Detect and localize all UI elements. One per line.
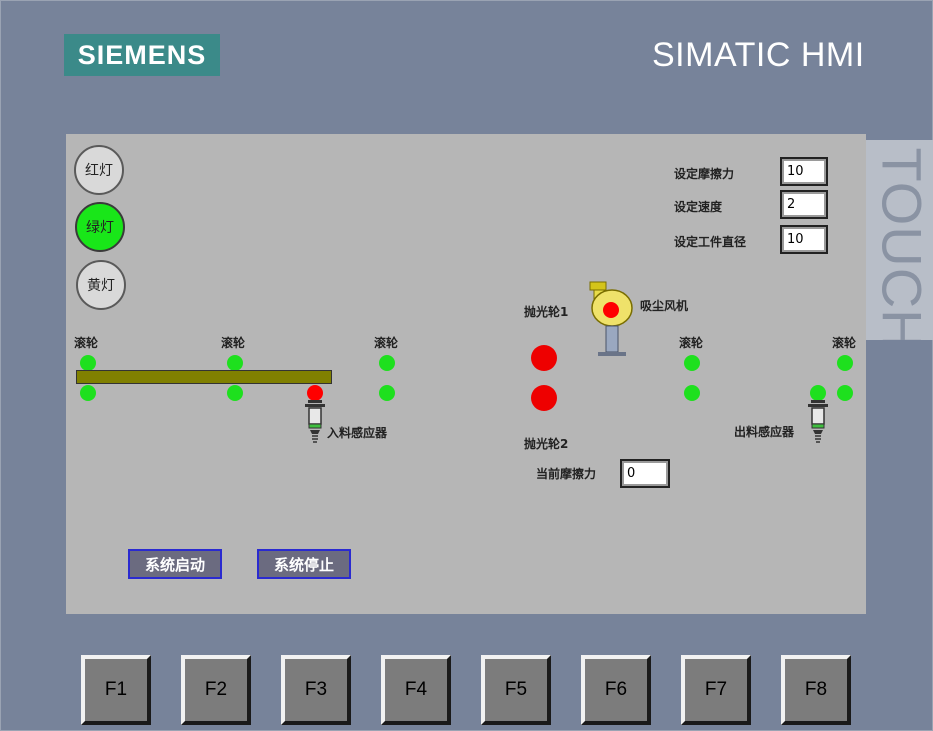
dust-fan-label: 吸尘风机 xyxy=(640,299,689,313)
roller-4-bottom-indicator xyxy=(684,385,700,401)
touch-label: TOUCH xyxy=(865,140,933,340)
polish-wheel-1-indicator xyxy=(531,345,557,371)
system-stop-button[interactable]: 系统停止 xyxy=(257,549,351,579)
set-speed-label: 设定速度 xyxy=(674,200,723,214)
roller-label-4: 滚轮 xyxy=(679,336,704,350)
polish-wheel-2-label: 抛光轮2 xyxy=(524,437,569,451)
set-diameter-field[interactable]: 10 xyxy=(780,225,828,254)
roller-5-bottom-indicator xyxy=(837,385,853,401)
set-friction-label: 设定摩擦力 xyxy=(674,167,735,181)
dust-fan-icon xyxy=(589,281,633,356)
set-diameter-label: 设定工件直径 xyxy=(674,235,747,249)
f8-key[interactable]: F8 xyxy=(781,655,851,725)
out-sensor-icon xyxy=(808,400,828,443)
f4-key[interactable]: F4 xyxy=(381,655,451,725)
f1-key[interactable]: F1 xyxy=(81,655,151,725)
yellow-lamp-indicator: 黄灯 xyxy=(76,260,126,310)
in-sensor-indicator xyxy=(307,385,323,401)
f3-key[interactable]: F3 xyxy=(281,655,351,725)
set-friction-field[interactable]: 10 xyxy=(780,157,828,186)
in-sensor-icon xyxy=(305,400,325,443)
out-sensor-indicator xyxy=(810,385,826,401)
f6-key[interactable]: F6 xyxy=(581,655,651,725)
roller-4-top-indicator xyxy=(684,355,700,371)
current-friction-field[interactable]: 0 xyxy=(620,459,670,488)
roller-2-top-indicator xyxy=(227,355,243,371)
roller-3-top-indicator xyxy=(379,355,395,371)
hmi-screen: 红灯 绿灯 黄灯 设定摩擦力 10 设定速度 2 设定工件直径 10 滚轮 滚轮… xyxy=(66,134,866,614)
roller-5-top-indicator xyxy=(837,355,853,371)
polish-wheel-1-label: 抛光轮1 xyxy=(524,305,569,319)
f7-key[interactable]: F7 xyxy=(681,655,751,725)
roller-label-1: 滚轮 xyxy=(74,336,99,350)
workpiece-bar xyxy=(76,370,332,384)
roller-3-bottom-indicator xyxy=(379,385,395,401)
roller-label-5: 滚轮 xyxy=(832,336,857,350)
f5-key[interactable]: F5 xyxy=(481,655,551,725)
system-start-button[interactable]: 系统启动 xyxy=(128,549,222,579)
roller-2-bottom-indicator xyxy=(227,385,243,401)
out-sensor-label: 出料感应器 xyxy=(734,425,795,439)
roller-1-top-indicator xyxy=(80,355,96,371)
siemens-logo: SIEMENS xyxy=(64,34,220,76)
green-lamp-indicator: 绿灯 xyxy=(75,202,125,252)
hmi-title: SIMATIC HMI xyxy=(652,36,865,74)
polish-wheel-2-indicator xyxy=(531,385,557,411)
set-speed-field[interactable]: 2 xyxy=(780,190,828,219)
in-sensor-label: 入料感应器 xyxy=(327,426,388,440)
roller-1-bottom-indicator xyxy=(80,385,96,401)
current-friction-label: 当前摩擦力 xyxy=(536,467,597,481)
roller-label-3: 滚轮 xyxy=(374,336,399,350)
red-lamp-indicator: 红灯 xyxy=(74,145,124,195)
f2-key[interactable]: F2 xyxy=(181,655,251,725)
roller-label-2: 滚轮 xyxy=(221,336,246,350)
